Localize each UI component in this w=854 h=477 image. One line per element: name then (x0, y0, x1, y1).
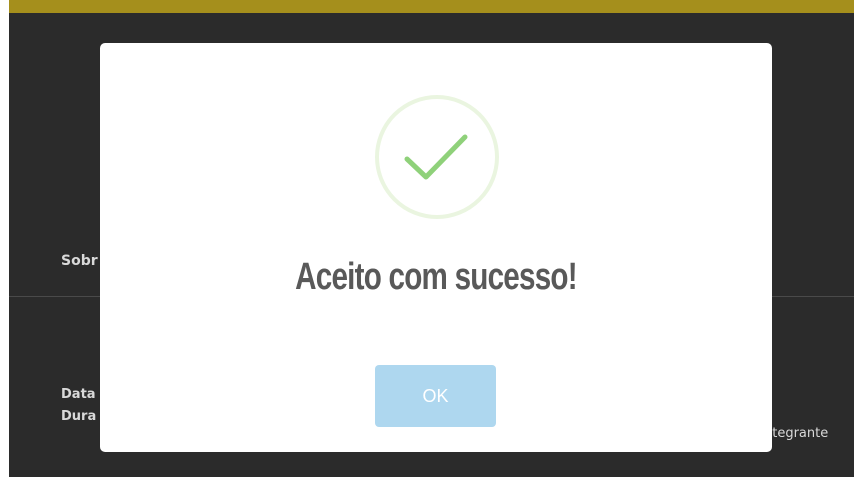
success-dialog: Aceito com sucesso! OK (100, 43, 772, 452)
dialog-title: Aceito com sucesso! (295, 256, 577, 298)
background-side-text: ntegrante (764, 426, 829, 441)
ok-button[interactable]: OK (375, 365, 496, 427)
top-accent-bar (9, 0, 854, 13)
background-detail-line: Dura (61, 409, 97, 424)
check-icon (375, 95, 499, 219)
background-detail-line: Data (61, 387, 96, 402)
background-section-heading: Sobr (61, 253, 98, 269)
check-icon-graphic (404, 134, 468, 180)
